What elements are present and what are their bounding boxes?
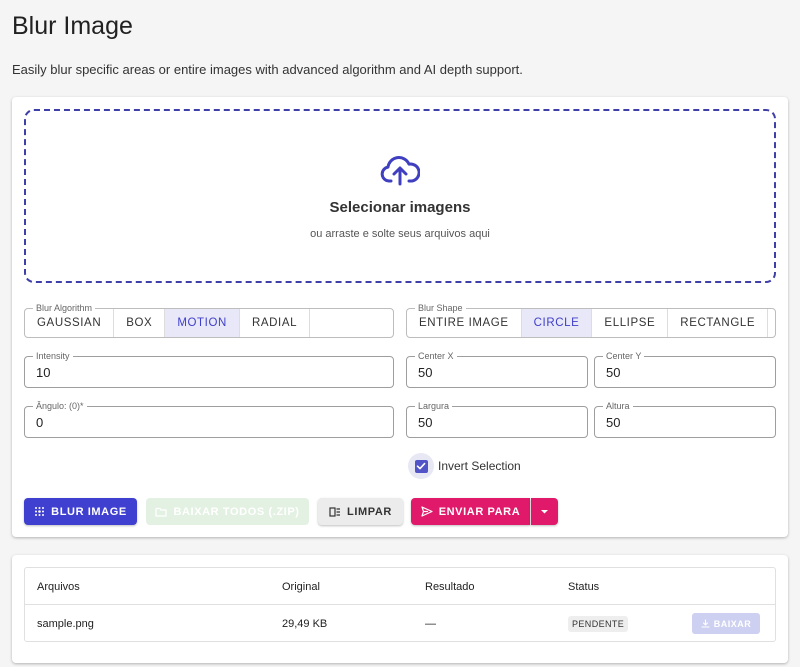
column-header-files: Arquivos bbox=[37, 580, 80, 593]
column-header-original: Original bbox=[282, 580, 320, 593]
center-y-field: Center Y bbox=[594, 350, 776, 388]
blur-image-label: BLUR IMAGE bbox=[51, 505, 127, 518]
clear-button[interactable]: LIMPAR bbox=[318, 498, 403, 525]
files-table: Arquivos Original Resultado Status sampl… bbox=[24, 567, 776, 642]
image-dropzone[interactable]: Selecionar imagens ou arraste e solte se… bbox=[24, 109, 776, 283]
send-icon bbox=[421, 506, 433, 517]
column-header-result: Resultado bbox=[425, 580, 475, 593]
width-field: Largura bbox=[406, 400, 588, 438]
center-x-field: Center X bbox=[406, 350, 588, 388]
clear-all-icon bbox=[329, 506, 341, 517]
width-input[interactable] bbox=[418, 415, 580, 430]
send-to-label: ENVIAR PARA bbox=[438, 505, 521, 518]
send-to-button[interactable]: ENVIAR PARA bbox=[411, 498, 530, 525]
status-cell: PENDENTE bbox=[568, 605, 629, 642]
height-label: Altura bbox=[603, 400, 633, 412]
send-to-menu-button[interactable] bbox=[531, 498, 558, 525]
column-header-status: Status bbox=[568, 580, 600, 593]
download-label: BAIXAR bbox=[713, 618, 752, 629]
result-cell: — bbox=[425, 617, 436, 630]
cloud-upload-icon bbox=[380, 155, 420, 186]
download-all-zip-button[interactable]: BAIXAR TODOS (.ZIP) bbox=[146, 498, 309, 525]
intensity-label: Intensity bbox=[33, 350, 73, 362]
center-y-input[interactable] bbox=[606, 365, 768, 380]
download-button[interactable]: BAIXAR bbox=[692, 613, 760, 634]
height-field: Altura bbox=[594, 400, 776, 438]
intensity-input[interactable] bbox=[36, 365, 368, 380]
angle-field: Ângulo: (0)* bbox=[24, 400, 394, 438]
center-y-label: Center Y bbox=[603, 350, 645, 362]
table-header: Arquivos Original Resultado Status bbox=[25, 568, 775, 605]
invert-selection-checkbox[interactable] bbox=[408, 453, 434, 479]
dropzone-subtitle: ou arraste e solte seus arquivos aqui bbox=[310, 228, 490, 240]
invert-selection-label: Invert Selection bbox=[438, 459, 521, 473]
dropzone-title: Selecionar imagens bbox=[329, 199, 471, 216]
page-title: Blur Image bbox=[12, 12, 133, 40]
blur-shape-group: Blur Shape ENTIRE IMAGE CIRCLE ELLIPSE R… bbox=[406, 302, 776, 338]
caret-down-icon bbox=[541, 509, 548, 513]
check-icon bbox=[416, 462, 426, 470]
blur-settings-card: Selecionar imagens ou arraste e solte se… bbox=[12, 97, 788, 537]
angle-input[interactable] bbox=[36, 415, 368, 430]
center-x-input[interactable] bbox=[418, 365, 580, 380]
download-icon bbox=[701, 619, 710, 628]
table-row: sample.png 29,49 KB — PENDENTE BAIXAR bbox=[25, 605, 775, 642]
files-card: Arquivos Original Resultado Status sampl… bbox=[12, 555, 788, 663]
algorithm-motion-button[interactable]: MOTION bbox=[165, 309, 240, 337]
file-name-cell: sample.png bbox=[37, 617, 94, 630]
download-all-zip-label: BAIXAR TODOS (.ZIP) bbox=[173, 505, 300, 518]
angle-label: Ângulo: (0)* bbox=[33, 400, 87, 412]
blur-image-button[interactable]: BLUR IMAGE bbox=[24, 498, 137, 525]
blur-icon bbox=[35, 507, 45, 516]
intensity-field: Intensity bbox=[24, 350, 394, 388]
shape-rectangle-button[interactable]: RECTANGLE bbox=[668, 309, 769, 337]
algorithm-radial-button[interactable]: RADIAL bbox=[240, 309, 311, 337]
status-badge: PENDENTE bbox=[568, 615, 629, 632]
algorithm-box-button[interactable]: BOX bbox=[114, 309, 166, 337]
clear-label: LIMPAR bbox=[347, 505, 392, 518]
original-size-cell: 29,49 KB bbox=[282, 617, 328, 630]
page-subtitle: Easily blur specific areas or entire ima… bbox=[12, 62, 523, 77]
invert-selection-row: Invert Selection bbox=[408, 453, 521, 479]
shape-circle-button[interactable]: CIRCLE bbox=[521, 309, 593, 337]
width-label: Largura bbox=[415, 400, 453, 412]
shape-ellipse-button[interactable]: ELLIPSE bbox=[592, 309, 669, 337]
height-input[interactable] bbox=[606, 415, 768, 430]
blur-algorithm-group: Blur Algorithm GAUSSIAN BOX MOTION RADIA… bbox=[24, 302, 394, 338]
folder-icon bbox=[155, 507, 168, 517]
blur-algorithm-legend: Blur Algorithm bbox=[33, 302, 96, 314]
blur-shape-legend: Blur Shape bbox=[415, 302, 466, 314]
center-x-label: Center X bbox=[415, 350, 457, 362]
